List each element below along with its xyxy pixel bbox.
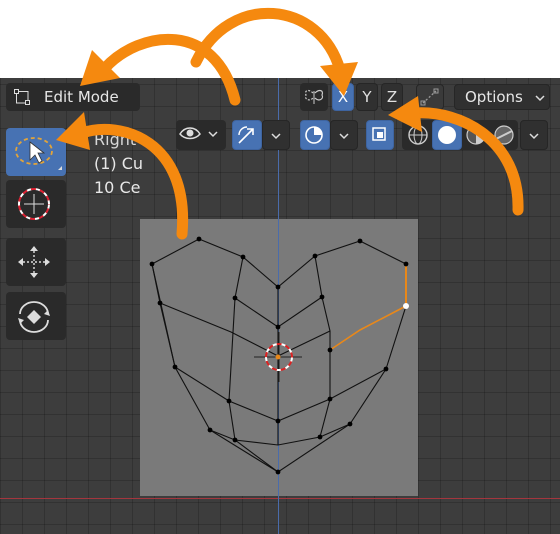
mesh-wireframe[interactable] [0, 0, 560, 534]
origin-point [275, 354, 281, 360]
view-name-text: Right [94, 130, 137, 149]
mirror-z-button[interactable]: Z [381, 83, 403, 111]
active-vertex [403, 303, 409, 309]
gizmo-icon [238, 126, 254, 144]
options-label: Options [465, 88, 523, 106]
rendered-shading-icon[interactable] [490, 121, 518, 149]
gizmo-toggle[interactable] [232, 120, 262, 150]
object-name-text: (1) Cu [94, 154, 144, 173]
cursor-icon [18, 188, 50, 220]
shading-dropdown[interactable] [520, 120, 548, 150]
chevron-down-icon [271, 133, 281, 140]
mesh-edge-col [314, 255, 331, 438]
move-icon [18, 246, 50, 278]
mirror-x-button[interactable]: X [332, 83, 354, 111]
auto-merge-button[interactable] [416, 84, 444, 110]
select-box-icon [15, 137, 62, 170]
chevron-down-icon [339, 133, 349, 140]
edit-mode-icon [14, 89, 30, 105]
mesh-edge-row [277, 330, 331, 357]
wireframe-shading-icon[interactable] [404, 121, 432, 149]
visibility-dropdown[interactable] [176, 120, 226, 150]
move-tool[interactable] [6, 238, 66, 286]
overlays-icon [305, 126, 323, 144]
chevron-down-icon [535, 95, 545, 102]
rotate-tool[interactable] [6, 292, 66, 340]
chevron-down-icon [529, 133, 539, 140]
butterfly-icon [304, 89, 324, 104]
tool-shelf [6, 128, 68, 342]
rotate-icon [18, 301, 50, 333]
overlays-dropdown[interactable] [330, 120, 358, 150]
xray-toggle[interactable] [366, 120, 394, 150]
mirror-toggle[interactable] [300, 83, 328, 111]
cursor-tool[interactable] [6, 180, 66, 228]
solid-shading-button[interactable] [432, 120, 462, 150]
xray-icon [372, 127, 386, 141]
stats-text: 10 Ce [94, 178, 141, 197]
mesh-edge-row [159, 302, 279, 357]
material-shading-icon[interactable] [462, 121, 490, 149]
mesh-edge-row [174, 366, 387, 422]
eye-icon [179, 127, 218, 140]
auto-merge-icon [420, 88, 439, 106]
gizmo-dropdown[interactable] [262, 120, 290, 150]
mode-dropdown[interactable]: Edit Mode [6, 83, 140, 111]
select-box-tool[interactable] [6, 128, 66, 176]
viewport-info-overlay: Right (1) Cu 10 Ce [94, 128, 143, 200]
mesh-edge-row [209, 423, 351, 446]
mode-label: Edit Mode [44, 88, 119, 106]
solid-shading-icon [438, 126, 456, 144]
overlays-toggle[interactable] [300, 120, 330, 150]
mirror-y-button[interactable]: Y [356, 83, 378, 111]
options-dropdown[interactable]: Options [454, 84, 550, 110]
